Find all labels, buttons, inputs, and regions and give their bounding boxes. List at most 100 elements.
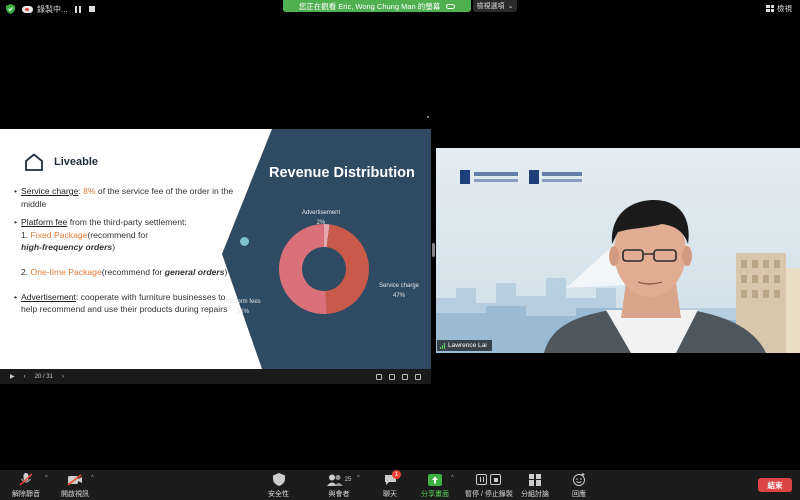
house-icon [25, 153, 43, 171]
sub-item-close: ) [112, 242, 116, 253]
bullet-service-charge: • Service charge: 8% of the service fee … [14, 186, 234, 209]
chevron-down-icon: ⌄ [507, 3, 514, 10]
divider-dot [427, 116, 429, 118]
sub-item-highlight: One-time Package [28, 266, 102, 277]
recording-label: 錄製中... [37, 5, 68, 14]
signal-icon [440, 342, 445, 349]
sub-item-one-time-package: 2. One-time Package(recommend for genera… [14, 266, 234, 279]
viewing-screen-banner: 您正在觀看 Eric, Wong Chung Man 的螢幕 [283, 0, 471, 12]
brand-name: Liveable [54, 156, 99, 168]
subtitle-icon[interactable] [376, 373, 382, 380]
viewing-text: 您正在觀看 Eric, Wong Chung Man 的螢幕 [298, 1, 441, 11]
sub-item-fixed-package: 1. Fixed Package(recommend for high-freq… [14, 229, 234, 254]
sub-item-text: (recommend for [87, 229, 149, 240]
mic-muted-icon [19, 473, 33, 486]
participants-icon [326, 474, 343, 486]
chat-button[interactable]: 1 聊天 [381, 470, 401, 499]
slides-grid-icon[interactable] [389, 373, 395, 380]
bullet-head: Platform fee [21, 217, 68, 228]
video-tile-lawrence-lai[interactable] [436, 148, 800, 353]
shared-slide: Liveable • Service charge: 8% of the ser… [0, 129, 431, 369]
video-off-icon [67, 473, 82, 486]
view-options-label: 檢視選項 [476, 3, 505, 10]
end-meeting-button[interactable]: 結束 [758, 478, 792, 492]
sub-item-italic: high-frequency orders [21, 242, 113, 253]
participant-name-label: Lawrence Lai [437, 340, 492, 351]
sub-item-italic: general orders [164, 266, 225, 277]
participants-button[interactable]: 25 與會者 [322, 473, 356, 499]
split-view-handle[interactable] [432, 243, 435, 257]
link-icon[interactable] [402, 373, 408, 380]
reactions-button[interactable]: 回應 [570, 473, 588, 499]
top-bar: 錄製中... 您正在觀看 Eric, Wong Chung Man 的螢幕 檢視… [0, 0, 800, 18]
bullet-head: Advertisement [21, 291, 76, 302]
pause-icon [75, 5, 81, 13]
start-video-button[interactable]: 開啟視訊 [61, 473, 89, 499]
chevron-up-icon[interactable]: ^ [91, 475, 94, 481]
sub-item-text: (recommend for [101, 266, 165, 277]
breakout-label: 分組討論 [521, 491, 549, 498]
view-options-button[interactable]: 檢視選項 ⌄ [473, 0, 517, 12]
unmute-button[interactable]: 解除靜音 [12, 473, 40, 499]
reactions-label: 回應 [572, 491, 586, 498]
slice-label-advertisement: Advertisement [302, 210, 341, 216]
donut-slice-service-charge [325, 224, 370, 314]
next-slide-icon[interactable]: › [62, 374, 64, 380]
cloud-icon [446, 3, 456, 9]
share-screen-button[interactable]: 分享畫面 [421, 473, 449, 499]
pause-recording-button[interactable] [72, 3, 84, 15]
share-screen-label: 分享畫面 [421, 491, 449, 498]
pause-recording-label: 暫停 / 停止錄製 [465, 491, 513, 498]
bullet-text: from the third-party settlement: [67, 217, 187, 228]
page-indicator: 20 / 31 [34, 373, 53, 380]
start-video-label: 開啟視訊 [61, 491, 89, 498]
smiley-plus-icon [572, 473, 585, 486]
view-button[interactable]: 檢視 [766, 3, 792, 14]
shield-icon [272, 473, 285, 486]
brand-header: Liveable [24, 153, 98, 171]
sub-item-highlight: Fixed Package [28, 229, 88, 240]
participant-name: Lawrence Lai [448, 342, 487, 349]
slice-value-platform-fees: 51% [237, 309, 250, 315]
record-cloud-icon [22, 6, 33, 13]
donut-slice-platform-fees [278, 224, 327, 314]
participants-label: 與會者 [328, 491, 350, 498]
security-label: 安全性 [268, 491, 289, 498]
breakout-icon [529, 473, 541, 486]
recording-indicator[interactable]: 錄製中... [22, 3, 68, 16]
camera-feed [436, 148, 800, 353]
slice-label-service-charge: Service charge [379, 283, 420, 289]
unmute-label: 解除靜音 [12, 491, 40, 498]
slide-bullets: • Service charge: 8% of the service fee … [14, 185, 234, 316]
prev-slide-icon[interactable]: ‹ [24, 374, 26, 380]
bullet-platform-fee: • Platform fee from the third-party sett… [14, 217, 187, 228]
participants-count: 25 [344, 476, 352, 483]
stop-icon [490, 474, 502, 485]
security-button[interactable]: 安全性 [268, 473, 289, 499]
chart-title: Revenue Distribution [269, 165, 415, 181]
stop-icon [89, 6, 95, 12]
chat-badge: 1 [392, 470, 401, 479]
pause-icon [476, 474, 488, 485]
stop-recording-button[interactable] [86, 3, 98, 15]
revenue-donut-chart: Advertisement2%Service charge47%Platform… [225, 210, 420, 315]
bullet-head: Service charge [21, 186, 79, 196]
chat-label: 聊天 [383, 491, 397, 498]
presentation-controls: ▶ ‹ 20 / 31 › [0, 369, 431, 384]
slice-value-service-charge: 47% [393, 293, 406, 299]
chevron-up-icon[interactable]: ^ [357, 475, 360, 481]
share-screen-icon [428, 473, 442, 486]
fullscreen-icon[interactable] [415, 373, 421, 380]
pause-stop-recording-button[interactable]: 暫停 / 停止錄製 [465, 473, 513, 499]
breakout-rooms-button[interactable]: 分組討論 [521, 473, 549, 499]
view-label: 檢視 [777, 4, 792, 13]
play-icon[interactable]: ▶ [10, 373, 15, 380]
chevron-up-icon[interactable]: ^ [45, 475, 48, 481]
shield-icon[interactable] [6, 4, 15, 14]
grid-icon [766, 5, 774, 12]
bullet-advertisement: • Advertisement: cooperate with furnitur… [14, 291, 228, 315]
meeting-toolbar: 解除靜音 ^ 開啟視訊 ^ 安全性 25 與會者 ^ 1 聊天 分享畫面 ^ 暫… [0, 470, 800, 500]
slice-label-platform-fees: Platform fees [225, 299, 260, 305]
bullet-highlight: 8% [80, 186, 96, 196]
chevron-up-icon[interactable]: ^ [451, 475, 454, 481]
